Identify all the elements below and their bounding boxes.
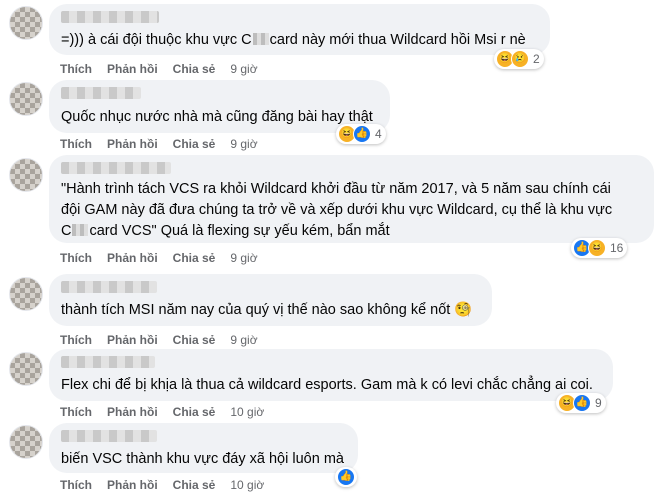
comment-bubble: Quốc nhục nước nhà mà cũng đăng bài hay … — [49, 80, 390, 133]
avatar[interactable] — [9, 82, 43, 116]
reply-link[interactable]: Phản hồi — [107, 333, 158, 347]
avatar[interactable] — [9, 277, 43, 311]
timestamp[interactable]: 9 giờ — [230, 137, 257, 151]
comment-text: Quốc nhục nước nhà mà cũng đăng bài hay … — [61, 109, 373, 125]
like-link[interactable]: Thích — [60, 251, 92, 265]
timestamp[interactable]: 9 giờ — [230, 62, 257, 76]
comment-bubble: thành tích MSI năm nay của quý vị thế nà… — [49, 274, 492, 326]
author-name[interactable] — [61, 11, 159, 23]
like-link[interactable]: Thích — [60, 137, 92, 151]
author-name[interactable] — [61, 430, 157, 442]
like-link[interactable]: Thích — [60, 62, 92, 76]
author-name[interactable] — [61, 87, 141, 99]
avatar[interactable] — [9, 158, 43, 192]
like-icon: 👍 — [337, 468, 355, 486]
comment-bubble: =))) à cái đội thuộc khu vực Ccard này m… — [49, 4, 550, 55]
author-name[interactable] — [61, 356, 155, 368]
comment-text: biến VSC thành khu vực đáy xã hội luôn m… — [61, 451, 344, 467]
like-link[interactable]: Thích — [60, 478, 92, 492]
comment-bubble: "Hành trình tách VCS ra khỏi Wildcard kh… — [49, 155, 654, 243]
comment-text: "Hành trình tách VCS ra khỏi Wildcard kh… — [61, 181, 613, 239]
reaction-summary[interactable]: 👍 😆 16 — [571, 238, 628, 258]
reaction-count: 9 — [595, 396, 602, 410]
avatar[interactable] — [9, 6, 43, 40]
like-link[interactable]: Thích — [60, 405, 92, 419]
reaction-summary[interactable]: 😆 👍 4 — [336, 124, 386, 144]
comment-actions: Thích Phản hồi Chia sẻ 9 giờ — [60, 333, 258, 347]
reaction-count: 16 — [610, 241, 624, 255]
reply-link[interactable]: Phản hồi — [107, 62, 158, 76]
comment-actions: Thích Phản hồi Chia sẻ 10 giờ — [60, 478, 264, 492]
timestamp[interactable]: 10 giờ — [230, 405, 264, 419]
share-link[interactable]: Chia sẻ — [173, 405, 216, 419]
author-name[interactable] — [61, 281, 157, 293]
share-link[interactable]: Chia sẻ — [173, 137, 216, 151]
comment-actions: Thích Phản hồi Chia sẻ 10 giờ — [60, 405, 264, 419]
comment-bubble: biến VSC thành khu vực đáy xã hội luôn m… — [49, 423, 358, 473]
pixelated-text — [252, 33, 269, 45]
timestamp[interactable]: 10 giờ — [230, 478, 264, 492]
timestamp[interactable]: 9 giờ — [230, 333, 257, 347]
comment-actions: Thích Phản hồi Chia sẻ 9 giờ — [60, 62, 258, 76]
comment-text: Flex chi để bị khịa là thua cả wildcard … — [61, 377, 593, 393]
reaction-summary[interactable]: 😆 😢 2 — [494, 49, 544, 69]
like-icon: 👍 — [353, 125, 371, 143]
share-link[interactable]: Chia sẻ — [173, 333, 216, 347]
reaction-summary[interactable]: 😆 👍 9 — [556, 393, 606, 413]
avatar[interactable] — [9, 352, 43, 386]
comment-text: =))) à cái đội thuộc khu vực Ccard này m… — [61, 32, 526, 48]
like-link[interactable]: Thích — [60, 333, 92, 347]
reply-link[interactable]: Phản hồi — [107, 405, 158, 419]
reply-link[interactable]: Phản hồi — [107, 251, 158, 265]
sad-icon: 😢 — [511, 50, 529, 68]
comment-text: thành tích MSI năm nay của quý vị thế nà… — [61, 302, 473, 318]
pixelated-text — [72, 224, 89, 236]
reaction-count: 2 — [533, 52, 540, 66]
author-name[interactable] — [61, 162, 171, 174]
reply-link[interactable]: Phản hồi — [107, 478, 158, 492]
reply-link[interactable]: Phản hồi — [107, 137, 158, 151]
comment-actions: Thích Phản hồi Chia sẻ 9 giờ — [60, 251, 258, 265]
comment-actions: Thích Phản hồi Chia sẻ 9 giờ — [60, 137, 258, 151]
share-link[interactable]: Chia sẻ — [173, 251, 216, 265]
comment-bubble: Flex chi để bị khịa là thua cả wildcard … — [49, 349, 613, 401]
timestamp[interactable]: 9 giờ — [230, 251, 257, 265]
reaction-summary[interactable]: 👍 — [335, 467, 357, 487]
share-link[interactable]: Chia sẻ — [173, 62, 216, 76]
share-link[interactable]: Chia sẻ — [173, 478, 216, 492]
reaction-count: 4 — [375, 127, 382, 141]
haha-icon: 😆 — [588, 239, 606, 257]
like-icon: 👍 — [573, 394, 591, 412]
avatar[interactable] — [9, 425, 43, 459]
